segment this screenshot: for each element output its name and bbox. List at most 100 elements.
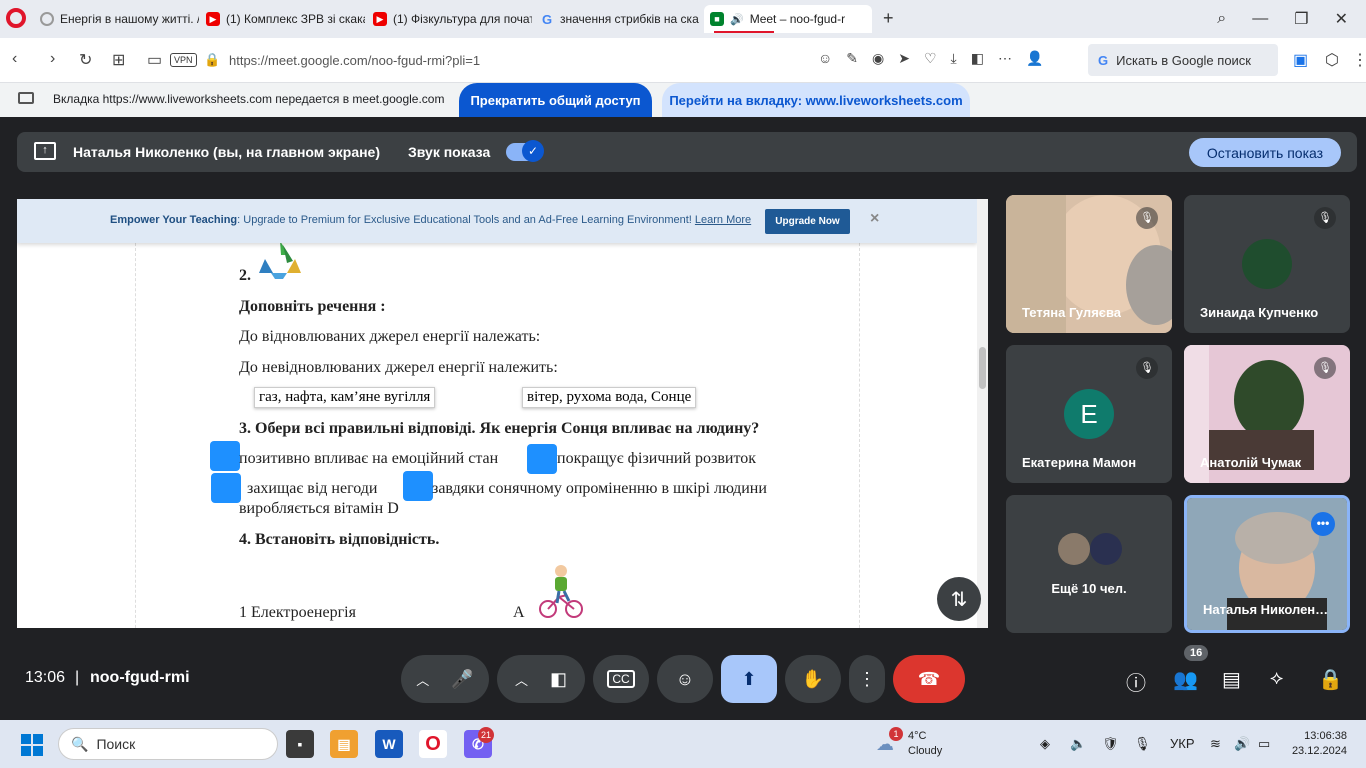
weather-badge: 1	[889, 727, 903, 741]
more-options-icon[interactable]: •••	[1311, 512, 1335, 536]
more-participants-label: Ещё 10 чел.	[1051, 581, 1127, 596]
stop-sharing-button[interactable]: Прекратить общий доступ	[459, 83, 652, 117]
lock-icon[interactable]: 🔒	[204, 52, 220, 68]
restore-icon[interactable]: ❐	[1294, 9, 1308, 29]
speed-dial-icon[interactable]: ⊞	[112, 50, 125, 70]
sidebar-icon[interactable]: ◧	[971, 50, 984, 67]
raise-hand-button[interactable]: ✋	[785, 655, 841, 703]
word-icon[interactable]: W	[375, 730, 403, 758]
send-icon[interactable]: ➤	[898, 50, 910, 67]
answer-checkbox-3[interactable]	[211, 473, 241, 503]
microphone-icon[interactable]: 🎙	[1134, 736, 1151, 752]
activities-icon[interactable]: ⟡	[1270, 667, 1283, 690]
host-controls-icon[interactable]: 🔒	[1318, 667, 1343, 692]
security-icon[interactable]: 🛡	[1102, 736, 1119, 752]
tab-youtube-1[interactable]: ▶ (1) Комплекс ЗРВ зі скака	[200, 5, 365, 33]
participant-name: Тетяна Гуляєва	[1022, 305, 1122, 320]
answer-checkbox-2[interactable]	[527, 444, 557, 474]
leave-call-button[interactable]: ☎	[893, 655, 965, 703]
banner-close-icon[interactable]: ×	[870, 210, 879, 228]
snapshot-icon[interactable]: ◉	[872, 50, 884, 67]
close-icon[interactable]: ✕	[1335, 9, 1348, 29]
more-icon[interactable]: ⋮	[1352, 50, 1366, 70]
window-controls: ⌕ — ❐ ✕	[1217, 0, 1366, 38]
phone-hangup-icon: ☎	[917, 668, 941, 689]
wallet-icon[interactable]: ▣	[1293, 50, 1308, 70]
vpn-badge[interactable]: VPN	[170, 53, 197, 67]
drag-chip-fossil[interactable]: газ, нафта, кам’яне вугілля	[254, 387, 436, 408]
learn-more-link[interactable]: Learn More	[695, 214, 751, 226]
volume-icon[interactable]: 🔊	[1234, 736, 1250, 752]
minimize-icon[interactable]: —	[1252, 10, 1268, 28]
people-icon[interactable]: 👥	[1173, 667, 1198, 692]
answer-checkbox-4[interactable]	[403, 471, 433, 501]
task-view-icon[interactable]: ▪	[286, 730, 314, 758]
file-explorer-icon[interactable]: ▤	[330, 730, 358, 758]
app-tray-icon[interactable]: ◈	[1040, 736, 1050, 752]
camera-icon[interactable]: ▭	[147, 50, 162, 70]
extensions-icon[interactable]: ⬡	[1325, 50, 1339, 70]
back-icon[interactable]: ‹	[12, 50, 17, 68]
section-2-number: 2.	[239, 267, 251, 284]
chevron-up-icon[interactable]: ︿	[515, 670, 528, 689]
info-icon[interactable]: ⓘ	[1126, 667, 1146, 696]
heart-icon[interactable]: ♡	[924, 50, 937, 67]
edit-icon[interactable]: ✎	[846, 50, 858, 67]
tab-energy[interactable]: Енергія в нашому житті. /	[34, 5, 199, 33]
avatar	[1242, 239, 1292, 289]
tab-meet[interactable]: ■ 🔊 Meet – noo-fgud-r	[704, 5, 872, 33]
answer-checkbox-1[interactable]	[210, 441, 240, 471]
drag-chip-renewable[interactable]: вітер, рухома вода, Сонце	[522, 387, 697, 408]
new-tab-button[interactable]: +	[883, 8, 894, 29]
google-search-box[interactable]: G Искать в Google поиск	[1088, 44, 1278, 76]
chat-icon[interactable]: ▤	[1222, 667, 1241, 692]
option-3: захищає від негоди	[247, 480, 378, 497]
mic-off-icon: 🎙	[1136, 207, 1158, 229]
menu-icon[interactable]: ⋯	[998, 50, 1012, 67]
opera-icon[interactable]: O	[419, 730, 447, 758]
language-indicator[interactable]: УКР	[1170, 736, 1195, 751]
search-tabs-icon[interactable]: ⌕	[1217, 10, 1226, 28]
captions-button[interactable]: CC	[593, 655, 649, 703]
forward-icon[interactable]: ›	[50, 50, 55, 68]
taskbar-search[interactable]: 🔍 Поиск	[58, 728, 278, 760]
opera-logo-icon[interactable]	[6, 8, 26, 28]
more-options-button[interactable]: ⋮	[849, 655, 885, 703]
tab-google[interactable]: G значення стрибків на ска	[534, 5, 700, 33]
emoji-icon[interactable]: ☺	[818, 50, 832, 67]
renewable-line: До відновлюваних джерел енергії належать…	[239, 328, 541, 345]
battery-icon[interactable]: ▭	[1258, 736, 1270, 752]
participant-tile[interactable]: Е 🎙 Екатерина Мамон	[1006, 345, 1172, 483]
microphone-icon[interactable]: 🎤	[451, 669, 473, 690]
reactions-button[interactable]: ☺	[657, 655, 713, 703]
download-icon[interactable]: ⤓	[951, 50, 957, 67]
sound-toggle[interactable]: ✓	[506, 140, 544, 162]
tab-youtube-2[interactable]: ▶ (1) Фізкультура для почат	[367, 5, 532, 33]
video-camera-icon[interactable]: ◧	[550, 669, 567, 690]
more-participants-tile[interactable]: Ещё 10 чел.	[1006, 495, 1172, 633]
scrollbar[interactable]	[977, 199, 988, 628]
system-clock[interactable]: 13:06:38 23.12.2024	[1292, 729, 1347, 759]
wifi-icon[interactable]: ≋	[1210, 736, 1221, 752]
weather-widget[interactable]: 4°C Cloudy	[908, 729, 942, 759]
participant-tile[interactable]: 🎙 Анатолій Чумак	[1184, 345, 1350, 483]
search-placeholder: Искать в Google поиск	[1116, 52, 1251, 68]
participant-tile[interactable]: 🎙 Зинаида Купченко	[1184, 195, 1350, 333]
swap-view-button[interactable]: ⇅	[937, 577, 981, 621]
url-field[interactable]: https://meet.google.com/noo-fgud-rmi?pli…	[229, 53, 480, 68]
chevron-up-icon[interactable]: ︿	[416, 670, 429, 689]
profile-icon[interactable]: 👤	[1026, 50, 1043, 67]
go-to-tab-button[interactable]: Перейти на вкладку: www.liveworksheets.c…	[662, 83, 970, 117]
speaker-icon[interactable]: 🔈	[1070, 736, 1086, 752]
avatar: Е	[1064, 389, 1114, 439]
scrollbar-thumb[interactable]	[979, 347, 986, 389]
self-tile[interactable]: ••• Наталья Николен…	[1184, 495, 1350, 633]
upgrade-now-button[interactable]: Upgrade Now	[765, 209, 850, 234]
start-windows-icon[interactable]	[21, 734, 43, 756]
reload-icon[interactable]: ↻	[79, 50, 92, 70]
mic-off-icon: 🎙	[1314, 207, 1336, 229]
present-now-button[interactable]: ⬆	[721, 655, 777, 703]
premium-banner: Empower Your Teaching: Upgrade to Premiu…	[17, 199, 977, 243]
participant-tile[interactable]: 🎙 Тетяна Гуляєва	[1006, 195, 1172, 333]
stop-presentation-button[interactable]: Остановить показ	[1189, 138, 1341, 167]
